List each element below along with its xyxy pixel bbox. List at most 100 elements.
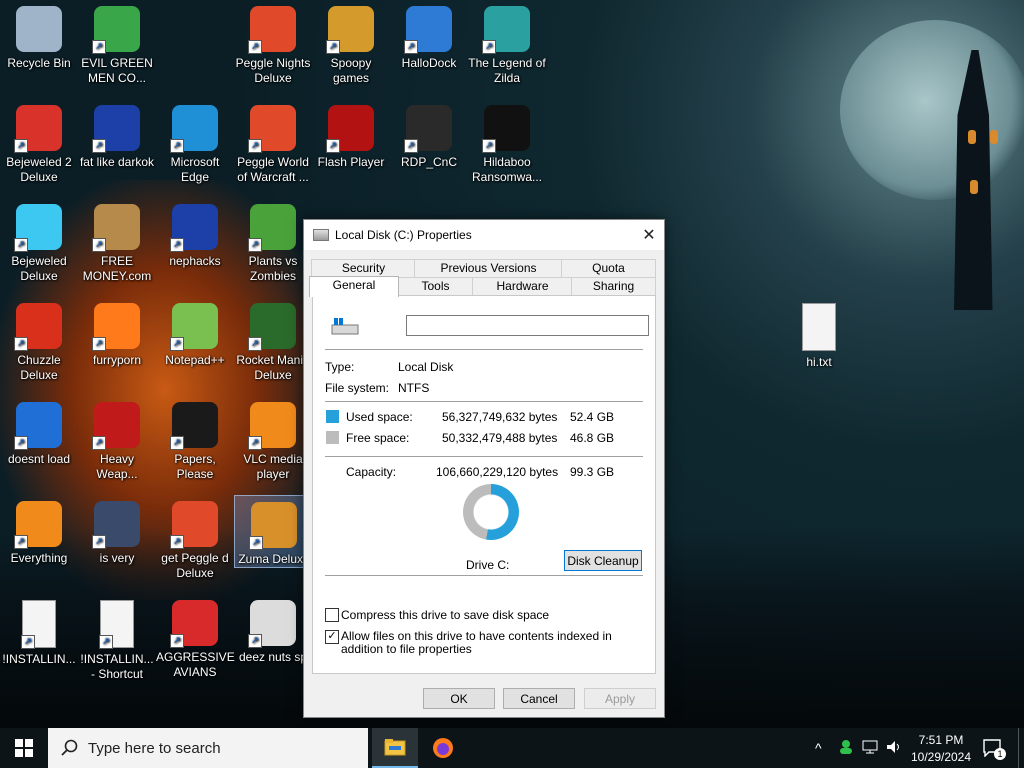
desktop-icon[interactable]: ↗ !INSTALLIN... xyxy=(0,594,78,667)
desktop-icon[interactable]: ↗ Peggle Nights Deluxe xyxy=(234,0,312,86)
taskbar-firefox[interactable] xyxy=(420,728,466,768)
desktop-icon[interactable]: ↗ Notepad++ xyxy=(156,297,234,368)
desktop-icon[interactable]: ↗ Heavy Weap... xyxy=(78,396,156,482)
desktop-icon[interactable]: ↗ The Legend of Zilda xyxy=(468,0,546,86)
drive-icon xyxy=(313,229,329,241)
desktop-icon-label: Chuzzle Deluxe xyxy=(17,353,61,382)
desktop-icon[interactable]: ↗ fat like darkok xyxy=(78,99,156,170)
network-icon[interactable] xyxy=(862,740,878,754)
desktop-icon[interactable]: ↗ is very xyxy=(78,495,156,566)
desktop-icon[interactable]: ↗ doesnt load xyxy=(0,396,78,467)
desktop-icon-label: Bejeweled Deluxe xyxy=(11,254,67,283)
desktop-icon-label: furryporn xyxy=(92,353,142,367)
desktop-icon[interactable]: hi.txt xyxy=(780,297,858,370)
shortcut-arrow-icon: ↗ xyxy=(92,337,106,351)
taskbar-file-explorer[interactable] xyxy=(372,728,418,768)
shortcut-arrow-icon: ↗ xyxy=(248,40,262,54)
shortcut-arrow-icon: ↗ xyxy=(14,337,28,351)
desktop-icon[interactable]: ↗ nephacks xyxy=(156,198,234,269)
desktop-icon[interactable]: ↗ Microsoft Edge xyxy=(156,99,234,185)
firefox-icon xyxy=(433,738,453,758)
shortcut-arrow-icon: ↗ xyxy=(92,40,106,54)
volume-icon[interactable] xyxy=(886,740,902,754)
desktop-icon[interactable]: ↗ furryporn xyxy=(78,297,156,368)
used-space-swatch xyxy=(326,410,339,423)
tab-quota[interactable]: Quota xyxy=(561,259,656,277)
capacity-bytes: 106,660,229,120 bytes xyxy=(436,465,559,479)
drive-name-input[interactable] xyxy=(406,315,649,336)
clock-time[interactable]: 7:51 PM xyxy=(916,733,966,747)
cancel-button[interactable]: Cancel xyxy=(503,688,575,709)
desktop-icon[interactable]: ↗ Zuma Deluxe xyxy=(234,495,314,568)
shortcut-arrow-icon: ↗ xyxy=(482,40,496,54)
thunderbird-icon: ↗ xyxy=(14,402,62,450)
apply-button[interactable]: Apply xyxy=(584,688,656,709)
compress-checkbox[interactable] xyxy=(325,608,339,622)
shortcut-arrow-icon: ↗ xyxy=(170,634,184,648)
desktop-icon[interactable]: ↗ Bejeweled Deluxe xyxy=(0,198,78,284)
tab-tools[interactable]: Tools xyxy=(397,277,474,295)
desktop-icon-label: is very xyxy=(99,551,135,565)
desktop-icon[interactable]: ↗ deez nuts sp xyxy=(234,594,312,665)
show-desktop-button[interactable] xyxy=(1018,728,1024,768)
desktop-icon[interactable]: ↗ Papers, Please xyxy=(156,396,234,482)
angry-bird-icon: ↗ xyxy=(170,600,218,648)
desktop-icon-label: Notepad++ xyxy=(165,353,225,367)
tab-previous-versions[interactable]: Previous Versions xyxy=(414,259,563,277)
desktop-icon[interactable]: ↗ RDP_CnC xyxy=(390,99,468,170)
disk-cleanup-button[interactable]: Disk Cleanup xyxy=(564,550,642,571)
desktop-icon-label: Plants vs Zombies xyxy=(248,254,298,283)
ok-button[interactable]: OK xyxy=(423,688,495,709)
desktop-icon[interactable]: ↗ Flash Player xyxy=(312,99,390,170)
mpi-shield-icon: ↗ xyxy=(92,501,140,549)
taskbar-search-box[interactable]: Type here to search xyxy=(48,728,368,768)
desktop-icon[interactable]: Recycle Bin xyxy=(0,0,78,71)
desktop-icon-label: Peggle World of Warcraft ... xyxy=(237,155,309,184)
desktop-icon[interactable]: ↗ HalloDock xyxy=(390,0,468,71)
desktop-icon[interactable]: ↗ VLC media player xyxy=(234,396,312,482)
notepad-icon: ↗ xyxy=(170,303,218,351)
desktop-icon[interactable]: ↗ Chuzzle Deluxe xyxy=(0,297,78,383)
tab-security[interactable]: Security xyxy=(311,259,416,277)
peggle-icon: ↗ xyxy=(170,501,218,549)
shortcut-arrow-icon: ↗ xyxy=(170,139,184,153)
shortcut-arrow-icon: ↗ xyxy=(248,634,262,648)
clock-date[interactable]: 10/29/2024 xyxy=(906,750,976,764)
dialog-titlebar[interactable]: Local Disk (C:) Properties ✕ xyxy=(304,220,664,250)
shortcut-arrow-icon: ↗ xyxy=(248,139,262,153)
shortcut-arrow-icon: ↗ xyxy=(482,139,496,153)
tab-hardware[interactable]: Hardware xyxy=(472,277,573,295)
desktop-icon[interactable]: ↗ Plants vs Zombies xyxy=(234,198,312,284)
desktop-icon-label: fat like darkok xyxy=(79,155,155,169)
desktop-icon[interactable]: ↗ get Peggle d Deluxe xyxy=(156,495,234,581)
shortcut-arrow-icon: ↗ xyxy=(14,238,28,252)
tab-sharing[interactable]: Sharing xyxy=(571,277,656,295)
user-tray-icon[interactable] xyxy=(838,739,854,755)
desktop-icon[interactable]: ↗ Peggle World of Warcraft ... xyxy=(234,99,312,185)
desktop-icon[interactable]: ↗ Bejeweled 2 Deluxe xyxy=(0,99,78,185)
chevron-up-icon[interactable]: ^ xyxy=(815,740,822,756)
tab-general[interactable]: General xyxy=(309,276,399,297)
index-checkbox[interactable]: ✓ xyxy=(325,630,339,644)
desktop-icon[interactable]: ↗ AGGRESSIVE AVIANS xyxy=(156,594,235,680)
capacity-label: Capacity: xyxy=(346,465,397,479)
desktop-icon-label: !INSTALLIN... - Shortcut xyxy=(80,652,154,681)
start-button[interactable] xyxy=(0,728,48,768)
money-bag-icon: ↗ xyxy=(92,204,140,252)
shortcut-arrow-icon: ↗ xyxy=(249,536,263,550)
desktop-icon[interactable]: ↗ Rocket Mania Deluxe xyxy=(234,297,312,383)
castle-window xyxy=(968,130,976,144)
desktop-icon[interactable]: ↗ Spoopy games xyxy=(312,0,390,86)
desktop-icon-label: Spoopy games xyxy=(330,56,372,85)
close-icon[interactable]: ✕ xyxy=(634,220,664,250)
desktop-icon[interactable]: ↗ FREE MONEY.com xyxy=(78,198,156,284)
character-icon: ↗ xyxy=(482,6,530,54)
desktop-icon[interactable]: ↗ EVIL GREEN MEN CO... xyxy=(78,0,156,86)
desktop-icon[interactable]: ↗ !INSTALLIN... - Shortcut xyxy=(78,594,156,682)
disk-usage-donut xyxy=(463,484,519,540)
capacity-gb: 99.3 GB xyxy=(570,465,615,479)
rdp-icon: ↗ xyxy=(404,105,452,153)
desktop-icon[interactable]: ↗ Everything xyxy=(0,495,78,566)
desktop-icon[interactable]: ↗ Hildaboo Ransomwa... xyxy=(468,99,546,185)
castle-window xyxy=(990,130,998,144)
